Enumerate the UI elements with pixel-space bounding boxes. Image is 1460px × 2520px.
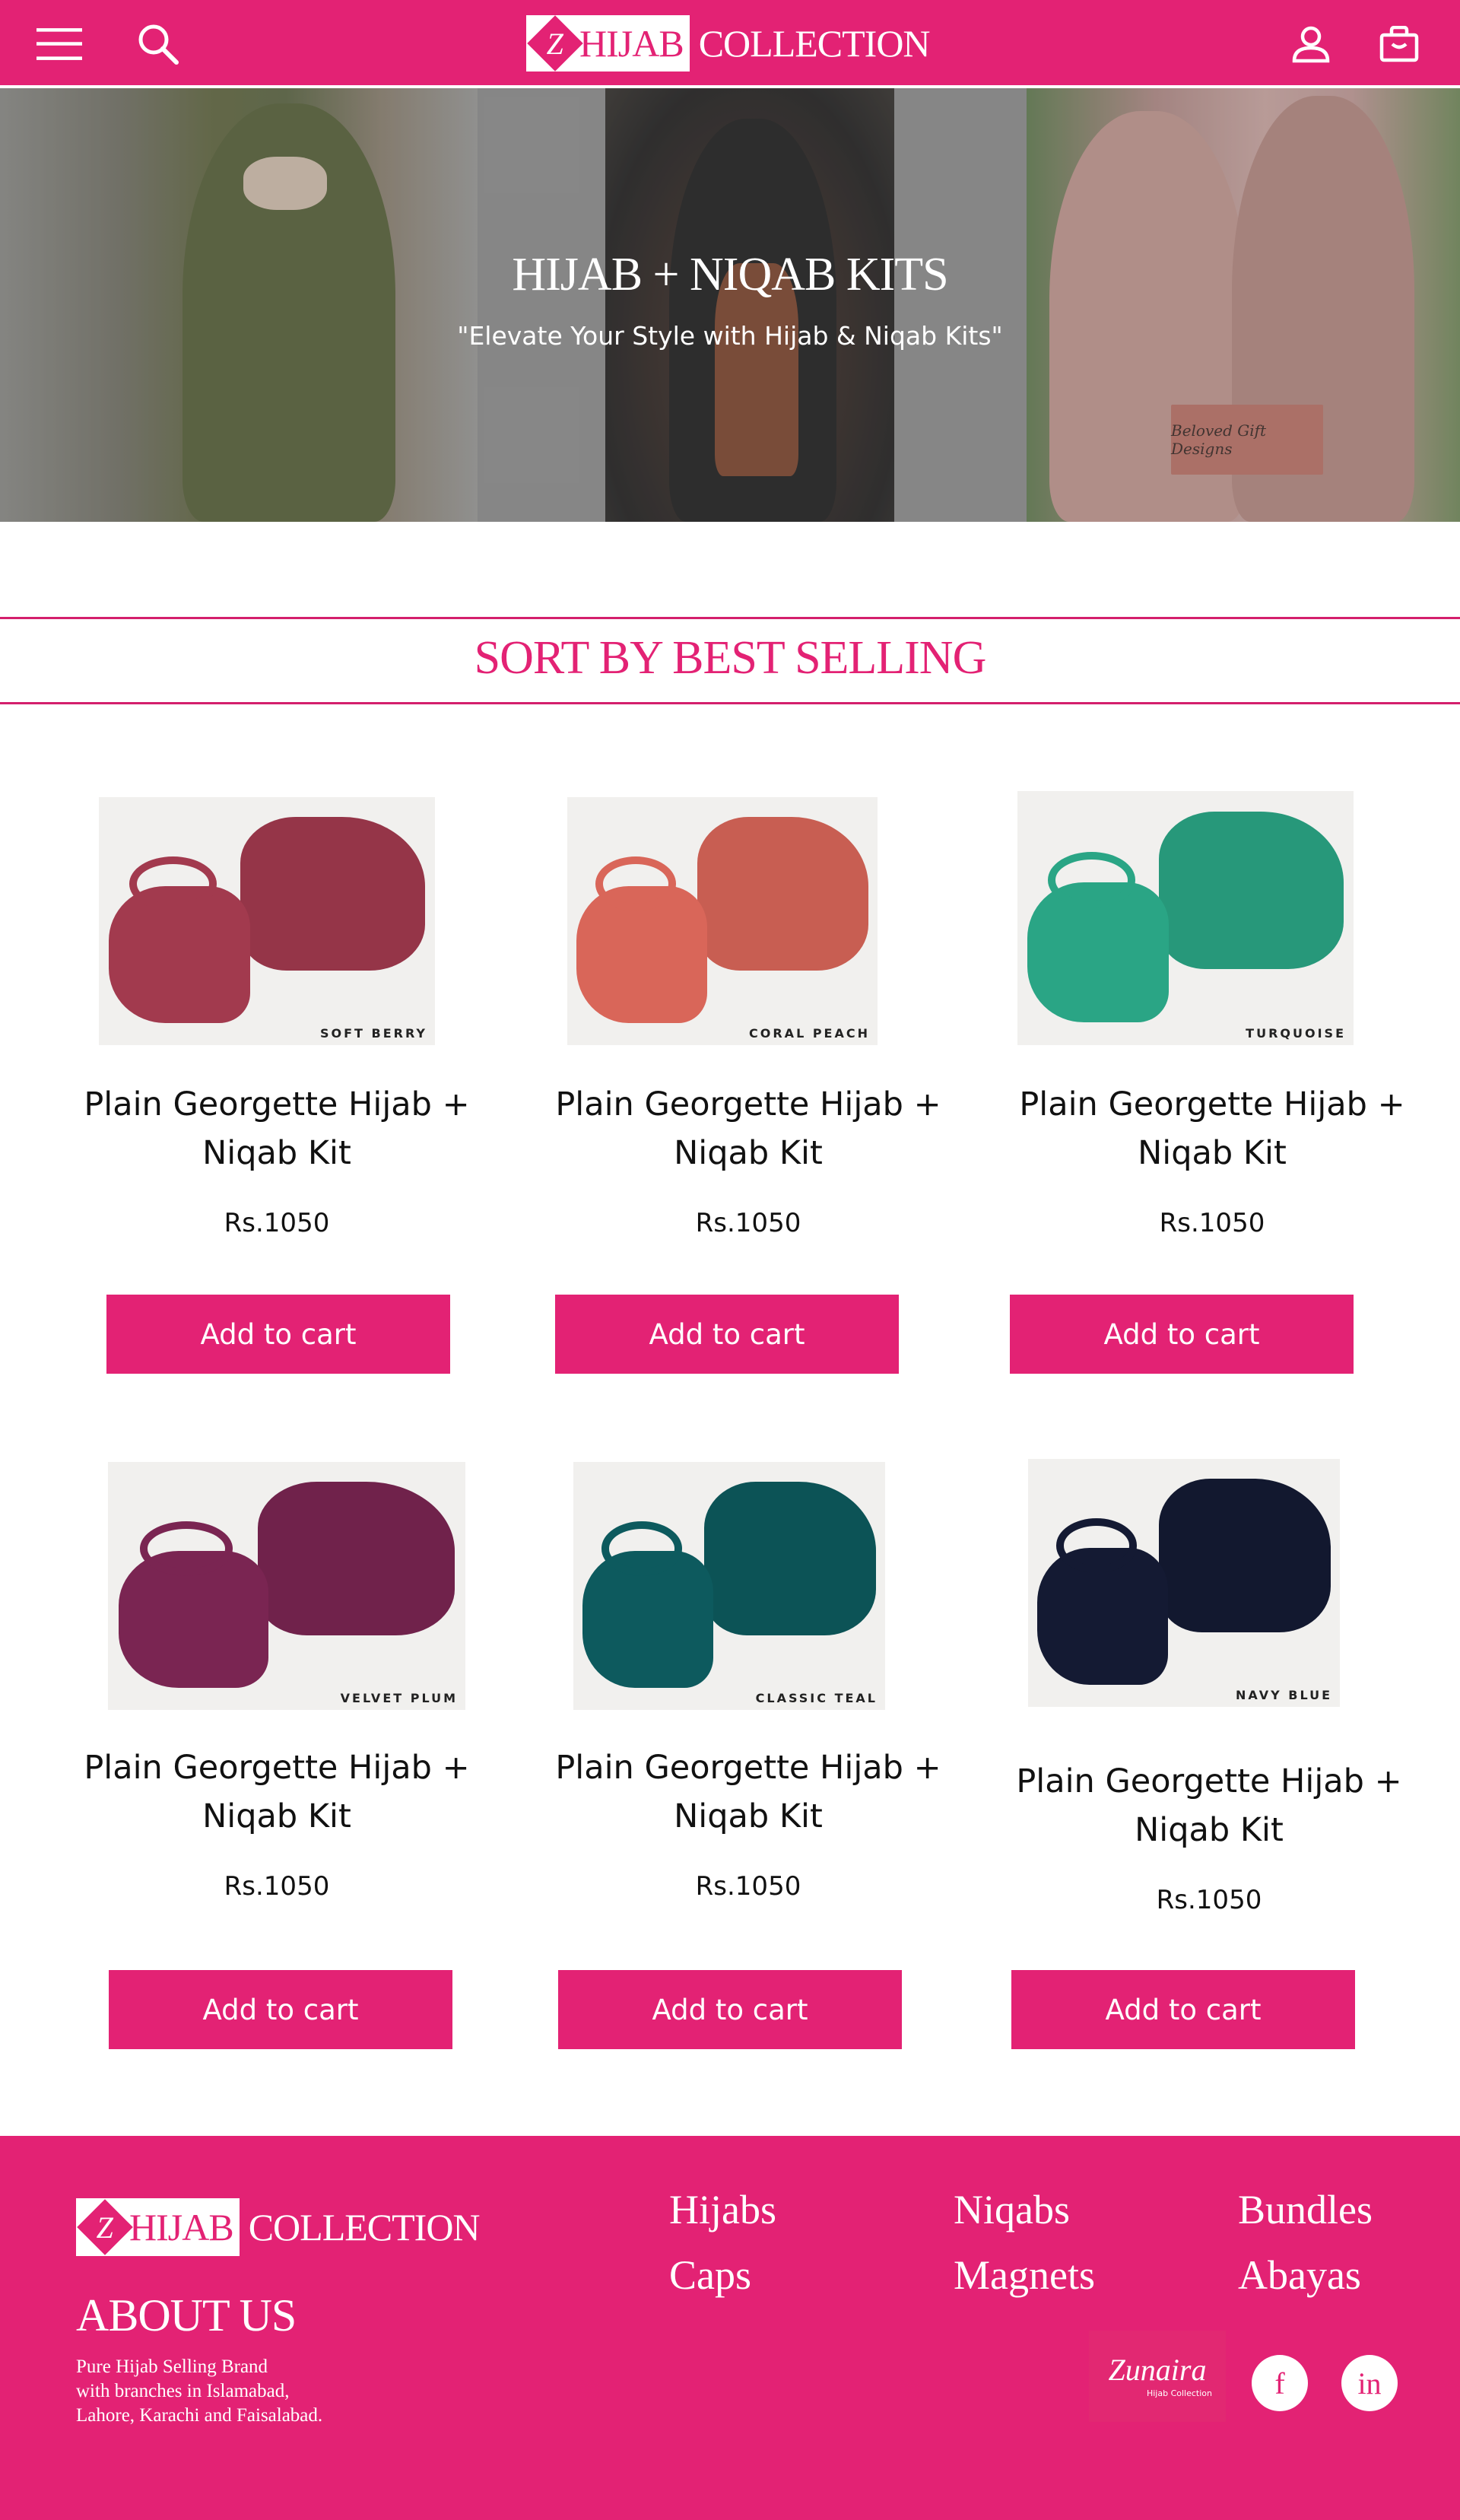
hero-title: HIJAB + NIQAB KITS [512, 249, 948, 300]
logo-badge: Z HIJAB [526, 15, 690, 72]
elastic-band [601, 1521, 683, 1576]
logo-badge: Z HIJAB [76, 2198, 240, 2256]
product-price: Rs.1050 [1156, 1885, 1262, 1915]
product-title[interactable]: Plain Georgette Hijab + Niqab Kit [1011, 1757, 1407, 1854]
logo-mark: Z [527, 15, 583, 72]
search-icon[interactable] [135, 21, 181, 67]
logo-word-collection: COLLECTION [698, 22, 931, 65]
hijab-shape [258, 1482, 455, 1636]
footer-link-bundles[interactable]: Bundles [1238, 2186, 1373, 2233]
about-line: Pure Hijab Selling Brand [76, 2356, 268, 2377]
about-line: with branches in Islamabad, [76, 2381, 290, 2401]
shopping-bag-icon[interactable] [1376, 21, 1422, 67]
product-color-label: NAVY BLUE [1236, 1688, 1332, 1702]
logo-word-collection: COLLECTION [248, 2206, 481, 2248]
about-text: Pure Hijab Selling Brand with branches i… [76, 2355, 395, 2428]
product-price: Rs.1050 [695, 1871, 801, 1902]
product-price: Rs.1050 [224, 1871, 330, 1902]
sort-best-selling[interactable]: SORT BY BEST SELLING [0, 631, 1460, 685]
product-price: Rs.1050 [695, 1208, 801, 1238]
linkedin-icon[interactable]: in [1341, 2355, 1398, 2411]
site-logo[interactable]: Z HIJAB COLLECTION [526, 15, 931, 72]
site-footer: Z HIJAB COLLECTION ABOUT US Pure Hijab S… [0, 2136, 1460, 2520]
product-image[interactable]: CORAL PEACH [567, 797, 878, 1045]
about-title: ABOUT US [76, 2290, 297, 2340]
hijab-shape [704, 1482, 876, 1636]
product-image[interactable]: NAVY BLUE [1028, 1459, 1340, 1707]
logo-word-hijab: HIJAB [579, 22, 684, 65]
site-header: Z HIJAB COLLECTION [0, 0, 1460, 85]
add-to-cart-button[interactable]: Add to cart [109, 1970, 452, 2049]
partner-sub: Hijab Collection [1146, 2388, 1212, 2398]
product-image[interactable]: CLASSIC TEAL [573, 1462, 885, 1710]
divider-top [0, 617, 1460, 619]
product-image[interactable]: SOFT BERRY [99, 797, 435, 1045]
product-image[interactable]: TURQUOISE [1017, 791, 1354, 1045]
elastic-band [129, 856, 217, 911]
elastic-band [1055, 1518, 1138, 1573]
footer-link-abayas[interactable]: Abayas [1238, 2251, 1361, 2299]
hijab-shape [697, 817, 868, 971]
product-title[interactable]: Plain Georgette Hijab + Niqab Kit [551, 1743, 946, 1841]
divider-bottom [0, 702, 1460, 704]
about-line: Lahore, Karachi and Faisalabad. [76, 2405, 323, 2426]
hero-overlay [0, 88, 1460, 522]
footer-link-niqabs[interactable]: Niqabs [954, 2186, 1070, 2233]
logo-word-hijab: HIJAB [129, 2206, 234, 2248]
product-color-label: CLASSIC TEAL [755, 1691, 878, 1705]
hero-subtitle: "Elevate Your Style with Hijab & Niqab K… [457, 321, 1003, 351]
elastic-band [1047, 852, 1135, 908]
footer-link-hijabs[interactable]: Hijabs [669, 2186, 776, 2233]
product-color-label: CORAL PEACH [749, 1026, 870, 1041]
product-title[interactable]: Plain Georgette Hijab + Niqab Kit [1014, 1080, 1410, 1177]
product-color-label: VELVET PLUM [340, 1691, 458, 1705]
hijab-shape [240, 817, 425, 971]
add-to-cart-button[interactable]: Add to cart [1010, 1295, 1354, 1374]
partner-name: Zunaira [1108, 2352, 1207, 2387]
logo-mark: Z [77, 2199, 133, 2255]
add-to-cart-button[interactable]: Add to cart [1011, 1970, 1355, 2049]
footer-link-magnets[interactable]: Magnets [954, 2251, 1095, 2299]
product-title[interactable]: Plain Georgette Hijab + Niqab Kit [79, 1743, 474, 1841]
add-to-cart-button[interactable]: Add to cart [558, 1970, 902, 2049]
hijab-shape [1159, 1479, 1331, 1633]
product-title[interactable]: Plain Georgette Hijab + Niqab Kit [551, 1080, 946, 1177]
product-color-label: TURQUOISE [1246, 1026, 1346, 1041]
add-to-cart-button[interactable]: Add to cart [555, 1295, 899, 1374]
partner-logo[interactable]: Zunaira Hijab Collection [1089, 2331, 1226, 2422]
product-price: Rs.1050 [224, 1208, 330, 1238]
user-icon[interactable] [1288, 21, 1334, 67]
facebook-icon[interactable]: f [1252, 2355, 1308, 2411]
product-color-label: SOFT BERRY [319, 1026, 427, 1041]
product-price: Rs.1050 [1159, 1208, 1265, 1238]
product-title[interactable]: Plain Georgette Hijab + Niqab Kit [79, 1080, 474, 1177]
footer-logo[interactable]: Z HIJAB COLLECTION [76, 2198, 481, 2256]
product-image[interactable]: VELVET PLUM [108, 1462, 465, 1710]
add-to-cart-button[interactable]: Add to cart [106, 1295, 450, 1374]
elastic-band [140, 1521, 233, 1576]
hamburger-menu-icon[interactable] [36, 21, 82, 67]
footer-link-caps[interactable]: Caps [669, 2251, 751, 2299]
elastic-band [595, 856, 676, 911]
hero-banner: Beloved Gift Designs HIJAB + NIQAB KITS … [0, 88, 1460, 522]
hijab-shape [1158, 811, 1344, 969]
